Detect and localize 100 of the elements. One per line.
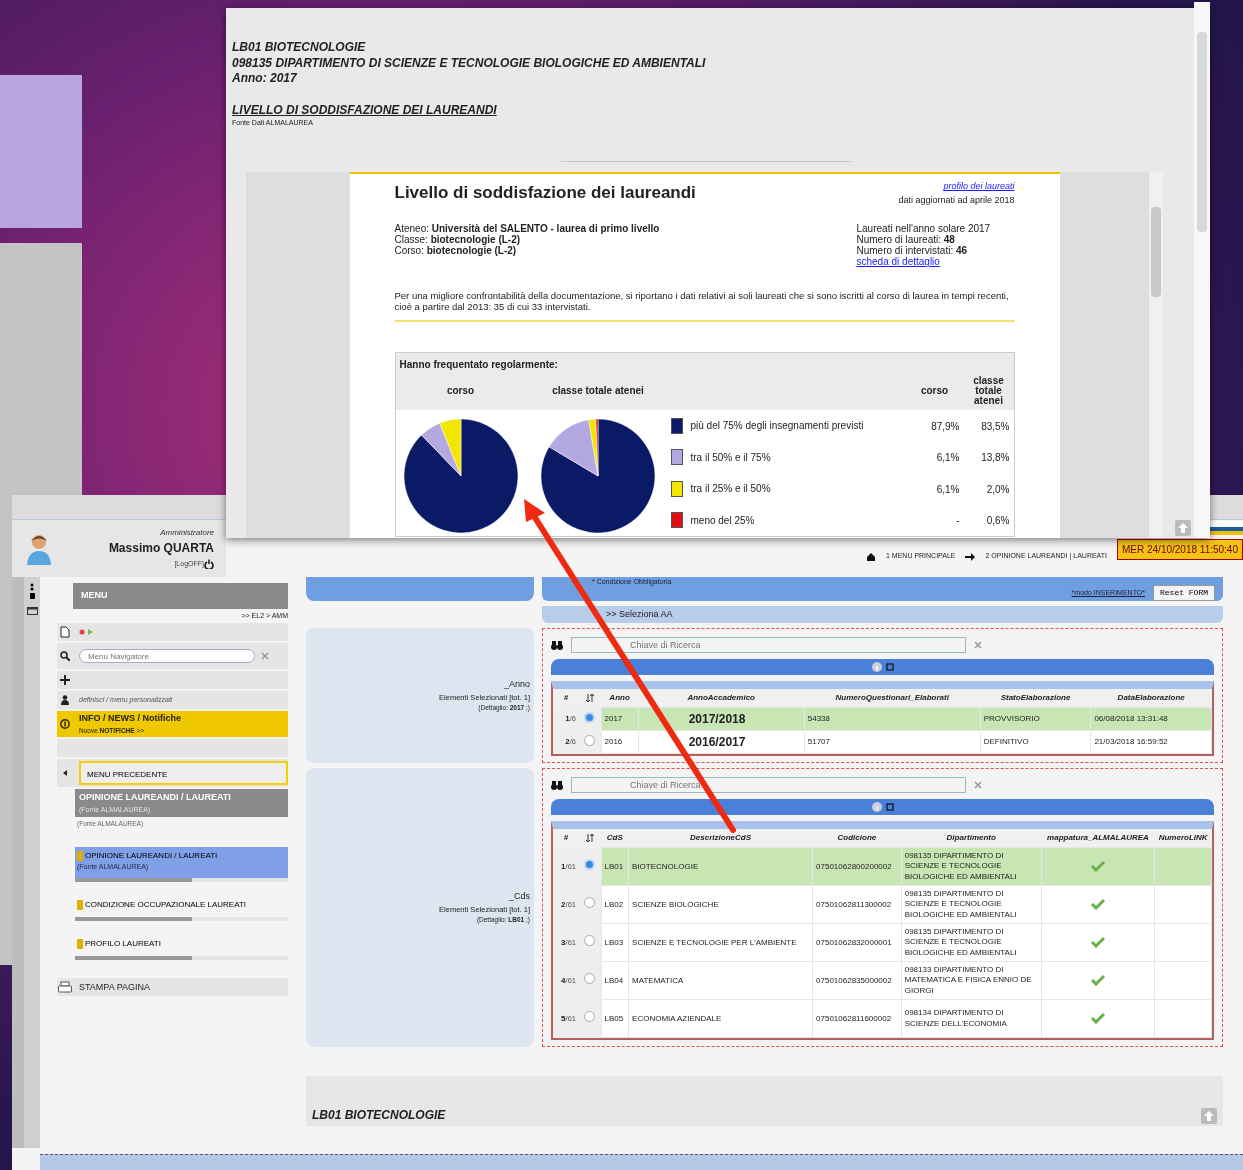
table-cell: 098135 DIPARTIMENTO DI SCIENZE E TECNOLOGIE BIOLOGICHE ED AMBIENTALI	[901, 923, 1042, 962]
table-cell: 07501062800200002	[812, 847, 902, 886]
table-cell: LB03	[601, 923, 629, 962]
document-title: Livello di soddisfazione dei laureandi	[394, 182, 696, 205]
info-line: Classe: biotecnologie (L-2)	[394, 234, 522, 246]
detail-link[interactable]: scheda di dettaglio	[856, 256, 940, 268]
radio-button[interactable]	[584, 1011, 596, 1022]
legend-label: più del 75% degli insegnamenti previsti	[690, 419, 864, 434]
group-title: OPINIONE LAUREANDI / LAUREATI	[79, 791, 232, 804]
field-label: _Cds	[508, 890, 530, 904]
table-cell: 07501062811600002	[812, 999, 902, 1038]
back-icon	[63, 770, 67, 776]
sort-icon	[586, 834, 594, 843]
sort-icon	[586, 694, 594, 703]
scrollbar[interactable]	[1194, 2, 1210, 538]
table-cell: 51707	[804, 730, 981, 754]
column-header: StatoElaborazione	[1000, 693, 1071, 702]
section-bar: >> Seleziona AA	[542, 606, 1223, 623]
column-header: mappatura_ALMALAUREA	[1047, 833, 1149, 842]
column-header: corso	[446, 386, 475, 397]
table-cell: 21/03/2018 16:59:52	[1090, 730, 1212, 754]
value-text: 0,6%	[986, 514, 1010, 529]
table-cell: LB01	[601, 847, 629, 886]
refresh-icon	[885, 663, 894, 671]
table-cell: 098134 DIPARTIMENTO DI SCIENZE DELL'ECONOMIA	[901, 999, 1042, 1038]
column-header: classe totale atenei	[972, 376, 1005, 407]
table-cell: 06/08/2018 13:31:48	[1090, 707, 1212, 731]
profile-link[interactable]: profilo dei laureati	[898, 180, 1015, 194]
back-menu-button[interactable]: MENU PRECEDENTE	[79, 761, 288, 785]
table-cell: SCIENZE BIOLOGICHE	[628, 885, 813, 924]
column-header: Dipartimento	[946, 833, 996, 842]
info-title: INFO / NEWS / Notifiche	[79, 712, 181, 726]
table-cell: 2017/2018	[638, 707, 805, 731]
scroll-top-icon	[1201, 1108, 1217, 1124]
table-cell: 2017	[601, 707, 639, 731]
column-header: Codicione	[837, 833, 877, 842]
column-header: #	[563, 693, 569, 703]
table-cell: 098135 DIPARTIMENTO DI SCIENZE E TECNOLOGIE BIOLOGICHE ED AMBIENTALI	[901, 847, 1042, 886]
table-cell: ECONOMIA AZIENDALE	[628, 999, 813, 1038]
clock-display: MER 24/10/2018 11:50:40	[1117, 539, 1243, 560]
table-cell: 07501062832000001	[812, 923, 902, 962]
report-heading: LB01 BIOTECNOLOGIE	[232, 40, 367, 56]
refresh-icon	[885, 803, 894, 811]
info-icon	[871, 662, 882, 672]
column-header: Anno	[609, 693, 630, 702]
reset-button[interactable]: Reset FORM	[1153, 585, 1215, 601]
column-header: DataElaborazione	[1117, 693, 1185, 702]
home-icon	[866, 551, 876, 562]
table-cell: PROVVISORIO	[980, 707, 1091, 731]
close-icon[interactable]	[261, 652, 269, 660]
table-cell: 07501062811300002	[812, 885, 902, 924]
user-name: Massimo QUARTA	[108, 539, 214, 557]
legend-label: meno del 25%	[690, 513, 755, 528]
radio-button[interactable]	[584, 973, 596, 984]
value-text: 6,1%	[936, 451, 960, 466]
radio-button[interactable]	[584, 935, 596, 946]
page-icon	[60, 626, 70, 638]
value-text: 6,1%	[936, 482, 960, 497]
table-cell: LB04	[601, 961, 629, 1000]
radio-button[interactable]	[584, 859, 596, 870]
arrow-icon	[965, 551, 976, 562]
table-cell: LB02	[601, 885, 629, 924]
close-icon[interactable]	[974, 641, 982, 649]
info-icon	[60, 719, 70, 729]
legend-label: tra il 50% e il 75%	[690, 450, 771, 465]
table-cell: DEFINITIVO	[980, 730, 1091, 754]
search-field[interactable]: Chiave di Ricerca	[571, 777, 966, 793]
table-cell: SCIENZE E TECNOLOGIE PER L'AMBIENTE	[628, 923, 813, 962]
power-icon	[204, 558, 214, 569]
window-icon	[26, 607, 38, 615]
table-cell: 098135 DIPARTIMENTO DI SCIENZE E TECNOLOGIE BIOLOGICHE ED AMBIENTALI	[901, 885, 1042, 924]
radio-button[interactable]	[584, 734, 596, 746]
table-cell: 2016	[601, 730, 639, 754]
column-header: NumeroLINK	[1158, 833, 1208, 842]
user-icon	[61, 695, 69, 705]
footer-title: LB01 BIOTECNOLOGIE	[312, 1107, 446, 1124]
note-text: Per una migliore confrontabilità della documentazione, si riportano i dati relativi ai soli laureati che si sono iscritti al corso di laurea in tempi recenti, cioè a partire dal 2013: 35 di cui 33 intervistati.	[394, 291, 1015, 323]
menu-item[interactable]: PROFILO LAUREATI	[75, 935, 288, 961]
close-icon[interactable]	[974, 781, 982, 789]
menu-search-field[interactable]: Menu Navigatore	[79, 649, 255, 663]
table-title: Hanno frequentato regolarmente:	[399, 359, 558, 371]
info-line: Ateneo: Università del SALENTO - laurea di primo livello	[394, 223, 660, 235]
report-heading: Anno: 2017	[232, 71, 298, 87]
column-header: AnnoAccademico	[687, 693, 755, 702]
radio-button[interactable]	[584, 711, 596, 723]
section-title: LIVELLO DI SODDISFAZIONE DEI LAUREANDI	[232, 102, 498, 119]
binoculars-icon	[551, 780, 563, 790]
radio-button[interactable]	[584, 897, 596, 908]
menu-item[interactable]: CONDIZIONE OCCUPAZIONALE LAUREATI	[75, 896, 288, 922]
value-text: 2,0%	[986, 482, 1010, 497]
avatar-icon	[26, 532, 52, 565]
printer-icon	[58, 981, 72, 994]
column-header: DescrizioneCdS	[690, 833, 751, 842]
search-field[interactable]: Chiave di Ricerca	[571, 637, 966, 653]
table-cell: LB05	[601, 999, 629, 1038]
column-header: #	[563, 833, 569, 843]
scroll-top-icon	[1175, 520, 1191, 536]
table-cell: 098133 DIPARTIMENTO DI MATEMATICA E FISICA ENNIO DE GIORGI	[901, 961, 1042, 1000]
scrollbar[interactable]	[1149, 172, 1163, 538]
table-cell: BIOTECNOLOGIE	[628, 847, 813, 886]
